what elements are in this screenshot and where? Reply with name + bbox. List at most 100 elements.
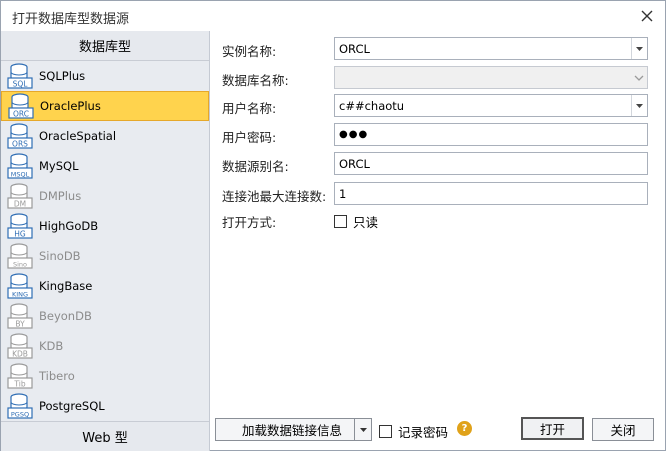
database-type-panel: 数据库型 SQL SQLPlus ORC OraclePlus ORS OracleSpa… (1, 31, 210, 451)
db-type-item-kingbase[interactable]: KING KingBase (1, 271, 209, 301)
db-type-label: PostgreSQL (39, 399, 105, 413)
panel-header: 数据库型 (1, 31, 209, 61)
instance-label: 实例名称: (222, 44, 277, 59)
database-icon: ORS (7, 123, 33, 149)
database-label: 数据库名称: (222, 73, 289, 88)
dialog-window: 打开数据库型数据源 数据库型 SQL SQLPlus ORC OraclePlus OR… (0, 0, 666, 451)
db-type-label: SQLPlus (39, 69, 86, 83)
open-mode-label: 打开方式: (222, 215, 277, 230)
pool-input[interactable]: 1 (334, 182, 648, 205)
username-label: 用户名称: (222, 101, 277, 116)
database-icon: HG (7, 213, 33, 239)
window-title: 打开数据库型数据源 (12, 12, 130, 27)
readonly-checkbox[interactable] (334, 215, 347, 228)
database-icon: MSQL (7, 153, 33, 179)
db-type-item-oraclespatial[interactable]: ORS OracleSpatial (1, 121, 209, 151)
username-row: 用户名称: c##chaotu (211, 94, 665, 118)
close-button[interactable]: 关闭 (592, 418, 654, 441)
pool-row: 连接池最大连接数: 1 (211, 182, 665, 206)
db-type-item-sqlplus[interactable]: SQL SQLPlus (1, 61, 209, 91)
password-input[interactable]: ●●● (334, 123, 648, 146)
db-type-label: KingBase (39, 279, 93, 293)
open-button[interactable]: 打开 (521, 417, 584, 440)
database-icon: KING (7, 273, 33, 299)
dropdown-arrow-icon[interactable] (631, 38, 647, 59)
database-icon: DM (7, 183, 33, 209)
web-type-tab[interactable]: Web 型 (1, 421, 209, 451)
db-type-label: SinoDB (39, 249, 81, 263)
db-type-label: MySQL (39, 159, 79, 173)
password-value: ●●● (339, 129, 369, 140)
db-type-item-sinodb[interactable]: Sino SinoDB (1, 241, 209, 271)
db-type-item-dmplus[interactable]: DM DMPlus (1, 181, 209, 211)
readonly-label: 只读 (353, 215, 379, 230)
db-icon-text: KING (12, 291, 28, 299)
db-type-label: BeyonDB (39, 309, 92, 323)
db-icon-text: Sino (13, 261, 27, 269)
password-label: 用户密码: (222, 130, 277, 145)
connection-form: 实例名称: ORCL 数据库名称: 用户名称: c##chaotu 用户密码: … (211, 31, 665, 411)
database-icon: KDB (7, 333, 33, 359)
alias-row: 数据源别名: ORCL (211, 152, 665, 176)
close-icon[interactable] (635, 5, 659, 27)
alias-value: ORCL (339, 156, 370, 171)
db-type-item-tibero[interactable]: Tib Tibero (1, 361, 209, 391)
bottom-bar: 加载数据链接信息 记录密码 ? 打开 关闭 (211, 411, 665, 451)
load-connection-button[interactable]: 加载数据链接信息 (215, 418, 372, 441)
db-type-item-beyondb[interactable]: BY BeyonDB (1, 301, 209, 331)
instance-row: 实例名称: ORCL (211, 37, 665, 61)
db-type-label: HighGoDB (39, 219, 99, 233)
db-icon-text: KDB (12, 350, 28, 359)
database-icon: PGSQ (7, 393, 33, 419)
instance-select[interactable]: ORCL (334, 37, 648, 60)
database-icon: SQL (7, 63, 33, 89)
database-icon: Tib (7, 363, 33, 389)
remember-password-checkbox[interactable] (379, 425, 392, 438)
database-type-list: SQL SQLPlus ORC OraclePlus ORS OracleSpatial M… (1, 61, 209, 421)
db-icon-text: ORC (13, 110, 29, 119)
alias-label: 数据源别名: (222, 159, 289, 174)
open-mode-row: 打开方式: 只读 (211, 208, 665, 232)
password-row: 用户密码: ●●● (211, 123, 665, 147)
database-icon: ORC (8, 93, 34, 119)
remember-password-label: 记录密码 (398, 425, 449, 440)
db-icon-text: PGSQ (11, 411, 29, 419)
db-type-label: DMPlus (39, 189, 82, 203)
db-type-label: KDB (39, 339, 64, 353)
load-dropdown-arrow-icon[interactable] (354, 419, 371, 440)
db-type-item-oracleplus[interactable]: ORC OraclePlus (1, 91, 209, 121)
remember-password-wrap[interactable]: 记录密码 (379, 422, 448, 441)
dropdown-arrow-icon[interactable] (631, 95, 647, 116)
db-icon-text: BY (15, 320, 25, 329)
title-bar: 打开数据库型数据源 (1, 1, 665, 31)
db-icon-text: DM (14, 200, 26, 209)
alias-input[interactable]: ORCL (334, 152, 648, 175)
chevron-down-icon[interactable] (631, 67, 647, 88)
pool-value: 1 (339, 186, 347, 201)
close-button-label: 关闭 (610, 423, 636, 438)
database-icon: BY (7, 303, 33, 329)
db-icon-text: ORS (12, 140, 28, 149)
username-value: c##chaotu (339, 98, 405, 113)
load-connection-label: 加载数据链接信息 (242, 423, 343, 438)
readonly-checkbox-wrap[interactable]: 只读 (334, 212, 378, 231)
open-button-label: 打开 (539, 422, 565, 437)
db-type-label: OraclePlus (40, 99, 101, 113)
db-icon-text: HG (14, 230, 26, 239)
db-type-item-postgresql[interactable]: PGSQ PostgreSQL (1, 391, 209, 421)
db-type-item-kdb[interactable]: KDB KDB (1, 331, 209, 361)
instance-value: ORCL (339, 41, 370, 56)
database-select[interactable] (334, 66, 648, 89)
username-select[interactable]: c##chaotu (334, 94, 648, 117)
db-type-label: Tibero (39, 369, 75, 383)
db-icon-text: MSQL (11, 171, 30, 179)
pool-label: 连接池最大连接数: (222, 189, 327, 204)
database-icon: Sino (7, 243, 33, 269)
db-icon-text: Tib (13, 380, 25, 389)
db-type-item-highgodb[interactable]: HG HighGoDB (1, 211, 209, 241)
database-row: 数据库名称: (211, 66, 665, 90)
db-type-item-mysql[interactable]: MSQL MySQL (1, 151, 209, 181)
db-type-label: OracleSpatial (39, 129, 117, 143)
help-icon[interactable]: ? (457, 421, 472, 436)
db-icon-text: SQL (13, 80, 29, 89)
